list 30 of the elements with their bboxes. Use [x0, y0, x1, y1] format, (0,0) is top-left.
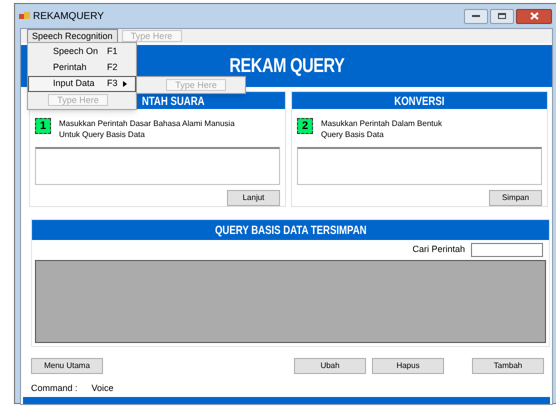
instruction-text: Masukkan Perintah Dasar Bahasa Alami Manusia Untuk Query Basis Data [59, 118, 235, 140]
search-label: Cari Perintah [412, 243, 465, 256]
menu-item[interactable]: Speech Recognition [27, 29, 118, 43]
action-button[interactable]: Menu Utama [31, 358, 103, 374]
menu-option[interactable]: Speech On F1 [28, 44, 136, 60]
window-title: REKAMQUERY [33, 10, 104, 24]
close-button[interactable] [516, 8, 552, 24]
step-number: 1 [35, 118, 51, 134]
minimize-button[interactable] [464, 8, 488, 24]
close-icon [530, 12, 538, 20]
app-icon [19, 11, 30, 21]
menu-option[interactable]: Input Data F3 [28, 76, 136, 92]
status-label: Command : [31, 382, 78, 396]
action-button[interactable]: Tambah [472, 358, 544, 374]
menu-option[interactable]: Perintah F2 [28, 60, 136, 76]
action-button[interactable]: Simpan [489, 190, 542, 206]
panel-title: KONVERSI [394, 92, 445, 110]
maximize-button[interactable] [490, 8, 514, 24]
text-input[interactable] [35, 147, 280, 185]
panel-title: NTAH SUARA [142, 92, 205, 110]
status-value: Voice [92, 382, 114, 396]
action-button[interactable]: Ubah [294, 358, 366, 374]
action-button[interactable]: Lanjut [227, 190, 280, 206]
search-field[interactable] [471, 243, 543, 257]
instruction-text: Masukkan Perintah Dalam Bentuk Query Basis Data [321, 118, 442, 140]
text-input[interactable] [297, 147, 542, 185]
step-number: 2 [297, 118, 313, 134]
action-button[interactable]: Hapus [372, 358, 444, 374]
app-header-title: REKAM QUERY [229, 54, 344, 79]
section-title: QUERY BASIS DATA TERSIMPAN [214, 222, 366, 239]
